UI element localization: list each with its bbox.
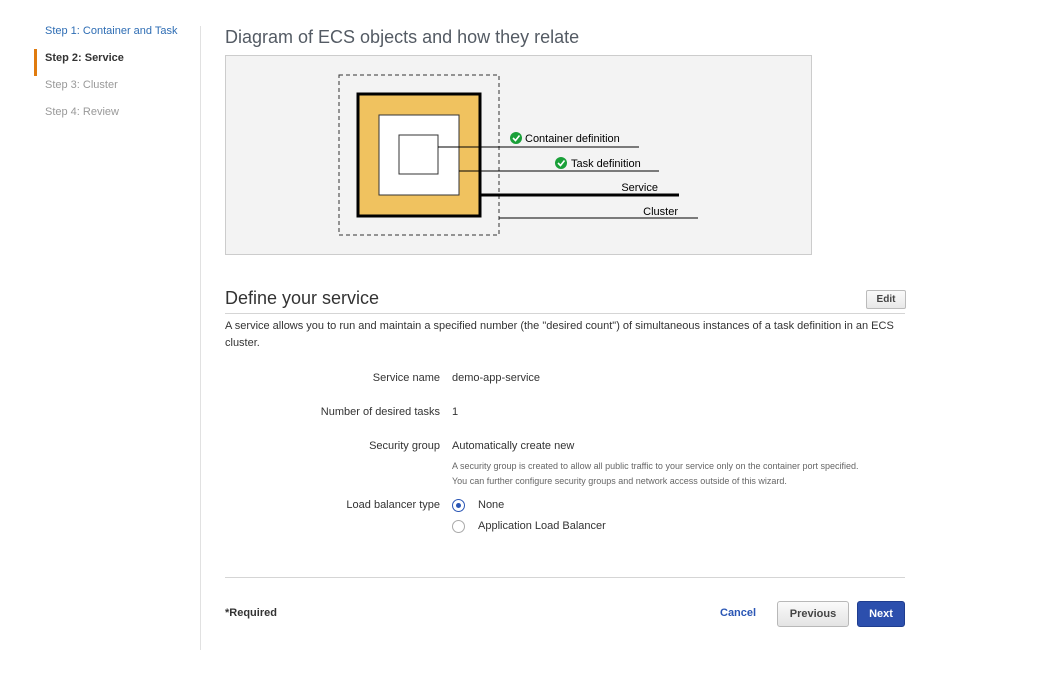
container-definition-label: Container definition — [525, 133, 620, 145]
service-label: Service — [621, 182, 658, 194]
service-description: A service allows you to run and maintain… — [225, 320, 894, 349]
lb-none-label: None — [478, 499, 505, 511]
section-divider — [225, 313, 905, 314]
task-definition-label: Task definition — [571, 158, 641, 170]
task-check-icon — [555, 157, 567, 169]
service-name-label: Service name — [372, 372, 440, 384]
security-group-help: A security group is created to allow all… — [452, 459, 912, 489]
diagram-title: Diagram of ECS objects and how they rela… — [225, 27, 580, 47]
lb-alb-radio[interactable] — [452, 519, 465, 533]
footer-divider — [225, 577, 905, 578]
cluster-label: Cluster — [643, 206, 678, 218]
lb-option-alb[interactable]: Application Load Balancer — [452, 519, 606, 533]
container-box — [398, 134, 439, 175]
ecs-diagram-svg: Container definition Task definition Ser… — [338, 74, 698, 236]
security-group-help-line-2: You can further configure security group… — [452, 476, 787, 486]
security-group-help-line-1: A security group is created to allow all… — [452, 461, 859, 471]
ecs-diagram: Container definition Task definition Ser… — [225, 55, 812, 255]
lb-option-none[interactable]: None — [452, 498, 504, 512]
sidebar-divider — [200, 26, 201, 650]
step-cluster: Step 3: Cluster — [45, 79, 118, 91]
step-container-and-task[interactable]: Step 1: Container and Task — [34, 22, 200, 49]
next-button[interactable]: Next — [857, 601, 905, 627]
edit-button[interactable]: Edit — [866, 290, 906, 309]
step-service: Step 2: Service — [34, 49, 200, 76]
service-name-value: demo-app-service — [452, 372, 541, 384]
load-balancer-type-label: Load balancer type — [346, 499, 440, 511]
lb-alb-label: Application Load Balancer — [478, 520, 606, 532]
step-review: Step 4: Review — [45, 106, 119, 118]
security-group-label: Security group — [369, 440, 440, 452]
security-group-value: Automatically create new — [452, 440, 575, 452]
section-title: Define your service — [225, 288, 380, 308]
wizard-steps: Step 1: Container and Task Step 2: Servi… — [34, 22, 200, 130]
desired-tasks-value: 1 — [452, 406, 459, 418]
required-note: *Required — [225, 607, 277, 619]
cancel-button[interactable]: Cancel — [720, 607, 756, 619]
desired-tasks-label: Number of desired tasks — [320, 406, 440, 418]
previous-button[interactable]: Previous — [777, 601, 849, 627]
lb-none-radio[interactable] — [452, 498, 465, 512]
container-check-icon — [510, 132, 522, 144]
